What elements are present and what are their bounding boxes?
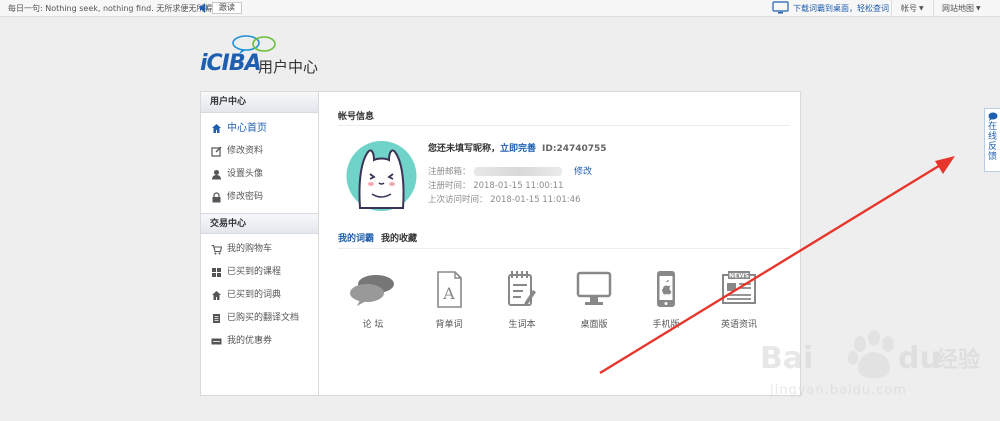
tab-my-favorites[interactable]: 我的收藏 — [381, 231, 417, 244]
last-visit-time: 上次访问时间： 2018-01-15 11:01:46 — [428, 195, 581, 205]
avatar[interactable] — [344, 138, 419, 213]
sidebar-item-avatar[interactable]: 设置头像 — [201, 163, 318, 186]
email-value-redacted — [473, 167, 562, 176]
word-card-icon: A — [437, 271, 462, 308]
person-icon — [212, 170, 221, 180]
cart-icon — [211, 244, 222, 255]
sitemap-label: 网站地图 — [942, 4, 974, 13]
edit-email-link[interactable]: 修改 — [574, 164, 592, 177]
tile-label: 论 坛 — [362, 320, 384, 330]
divider — [338, 125, 790, 126]
sidebar-item-label: 修改密码 — [227, 192, 264, 202]
sidebar-item-label: 中心首页 — [227, 123, 267, 134]
home-icon — [212, 124, 221, 133]
tile-desktop[interactable]: 桌面版 — [562, 269, 626, 334]
complete-profile-link[interactable]: 立即完善 — [500, 144, 536, 154]
desktop-icon — [576, 271, 612, 305]
svg-text:NEWS: NEWS — [729, 273, 749, 280]
tile-word-cards[interactable]: A 背单词 — [417, 269, 481, 334]
tile-label: 背单词 — [435, 320, 463, 330]
sidebar-item-cart[interactable]: 我的购物车 — [201, 238, 318, 261]
document-icon — [213, 314, 220, 323]
daily-sentence: 每日一句: Nothing seek, nothing find. 无所求便无所… — [8, 4, 213, 13]
sidebar-item-dictionaries[interactable]: 已买到的词典 — [201, 284, 318, 307]
coupon-icon — [211, 338, 222, 345]
svg-text:A: A — [442, 284, 455, 303]
logo-brand: iCIBA — [200, 51, 262, 76]
download-desktop-link[interactable]: 下载词霸到桌面，轻松查词 — [793, 3, 889, 14]
sidebar-item-label: 已买到的课程 — [227, 267, 282, 277]
feedback-char: 馈 — [987, 152, 997, 162]
divider — [891, 0, 892, 16]
forum-icon — [350, 275, 394, 306]
logo-subtitle: 用户中心 — [258, 58, 319, 76]
sidebar-item-label: 设置头像 — [227, 169, 264, 179]
sidebar-item-label: 已购买的翻译文档 — [227, 313, 300, 323]
watermark-brand-suffix: du — [898, 341, 941, 376]
sitemap-menu[interactable]: 网站地图 ▼ — [942, 3, 981, 14]
sidebar-item-translations[interactable]: 已购买的翻译文档 — [201, 307, 318, 330]
follow-read-button[interactable]: 跟读 — [212, 2, 242, 14]
baidu-jingyan-watermark: Bai du 经验 jingyan.baidu.com — [760, 330, 980, 398]
iciba-logo[interactable]: iCIBA 用户中心 — [200, 34, 330, 78]
edit-icon — [211, 146, 222, 157]
tile-wordbook[interactable]: 生词本 — [490, 269, 554, 334]
tabs: 我的词霸 我的收藏 — [338, 231, 424, 244]
nickname-line: 您还未填写昵称，立即完善 ID:24740755 — [428, 141, 607, 154]
tile-label: 桌面版 — [580, 320, 608, 330]
register-time: 注册时间： 2018-01-15 11:00:11 — [428, 181, 564, 191]
trade-center-header: 交易中心 — [201, 213, 318, 234]
sidebar-item-home[interactable]: 中心首页 — [201, 117, 318, 140]
main-panel: 帐号信息 您还未填写昵称，立即完善 ID:24740755 注册邮箱： 修改 注册… — [319, 91, 801, 396]
watermark-brand: Bai — [760, 341, 813, 376]
sidebar-item-courses[interactable]: 已买到的课程 — [201, 261, 318, 284]
tile-mobile[interactable]: 手机版 — [634, 269, 698, 334]
user-center-header: 用户中心 — [201, 92, 318, 113]
chevron-down-icon: ▼ — [976, 5, 981, 12]
sidebar: 用户中心 中心首页 修改资料 设置头像 修改密码 交易中心 我的购物车 已买到的… — [200, 91, 319, 396]
email-line: 注册邮箱： — [428, 165, 562, 177]
tile-forum[interactable]: 论 坛 — [341, 269, 405, 334]
divider — [933, 0, 934, 16]
online-feedback-tab[interactable]: 在 线 反 馈 — [984, 108, 1000, 172]
user-id: ID:24740755 — [542, 144, 607, 154]
tab-my-words[interactable]: 我的词霸 — [338, 231, 374, 244]
account-label: 帐号 — [901, 4, 917, 13]
top-bar: 每日一句: Nothing seek, nothing find. 无所求便无所… — [0, 0, 1000, 17]
notebook-icon — [508, 271, 536, 306]
feedback-char: 在 — [987, 122, 997, 132]
grid-icon — [212, 268, 221, 277]
account-menu[interactable]: 帐号 ▼ — [901, 3, 924, 14]
divider — [338, 248, 790, 249]
news-icon: NEWS — [722, 271, 756, 304]
nickname-notice: 您还未填写昵称， — [428, 144, 501, 154]
sidebar-item-label: 我的购物车 — [227, 244, 273, 254]
lock-icon — [212, 192, 221, 203]
sidebar-item-label: 已买到的词典 — [227, 290, 282, 300]
chat-bubble-icon — [988, 112, 997, 121]
sidebar-item-password[interactable]: 修改密码 — [201, 186, 318, 209]
sidebar-item-edit-profile[interactable]: 修改资料 — [201, 140, 318, 163]
sidebar-item-coupons[interactable]: 我的优惠券 — [201, 330, 318, 353]
home-icon — [212, 291, 221, 300]
watermark-cn: 经验 — [936, 347, 980, 373]
chevron-down-icon: ▼ — [919, 5, 924, 12]
tile-label: 生词本 — [508, 320, 536, 330]
speaker-icon[interactable] — [199, 2, 209, 14]
feedback-char: 反 — [987, 142, 997, 152]
email-label: 注册邮箱： — [428, 167, 471, 177]
sidebar-item-label: 修改资料 — [227, 146, 264, 156]
monitor-icon[interactable] — [772, 1, 789, 14]
phone-icon — [657, 271, 675, 307]
account-info-title: 帐号信息 — [338, 112, 375, 122]
watermark-url: jingyan.baidu.com — [769, 383, 907, 398]
sidebar-item-label: 我的优惠券 — [227, 336, 273, 346]
feedback-char: 线 — [987, 132, 997, 142]
tile-label: 手机版 — [652, 320, 680, 330]
